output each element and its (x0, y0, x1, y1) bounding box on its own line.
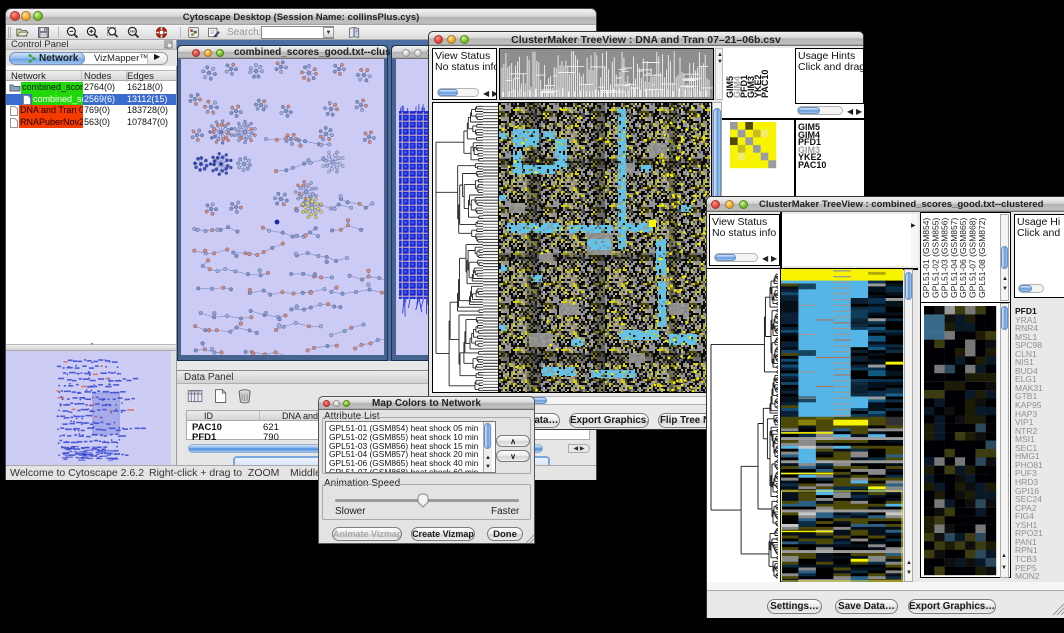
svg-text:PAC10: PAC10 (760, 70, 770, 98)
svg-text:GPL51-08 (GSM872): GPL51-08 (GSM872) (977, 218, 987, 298)
